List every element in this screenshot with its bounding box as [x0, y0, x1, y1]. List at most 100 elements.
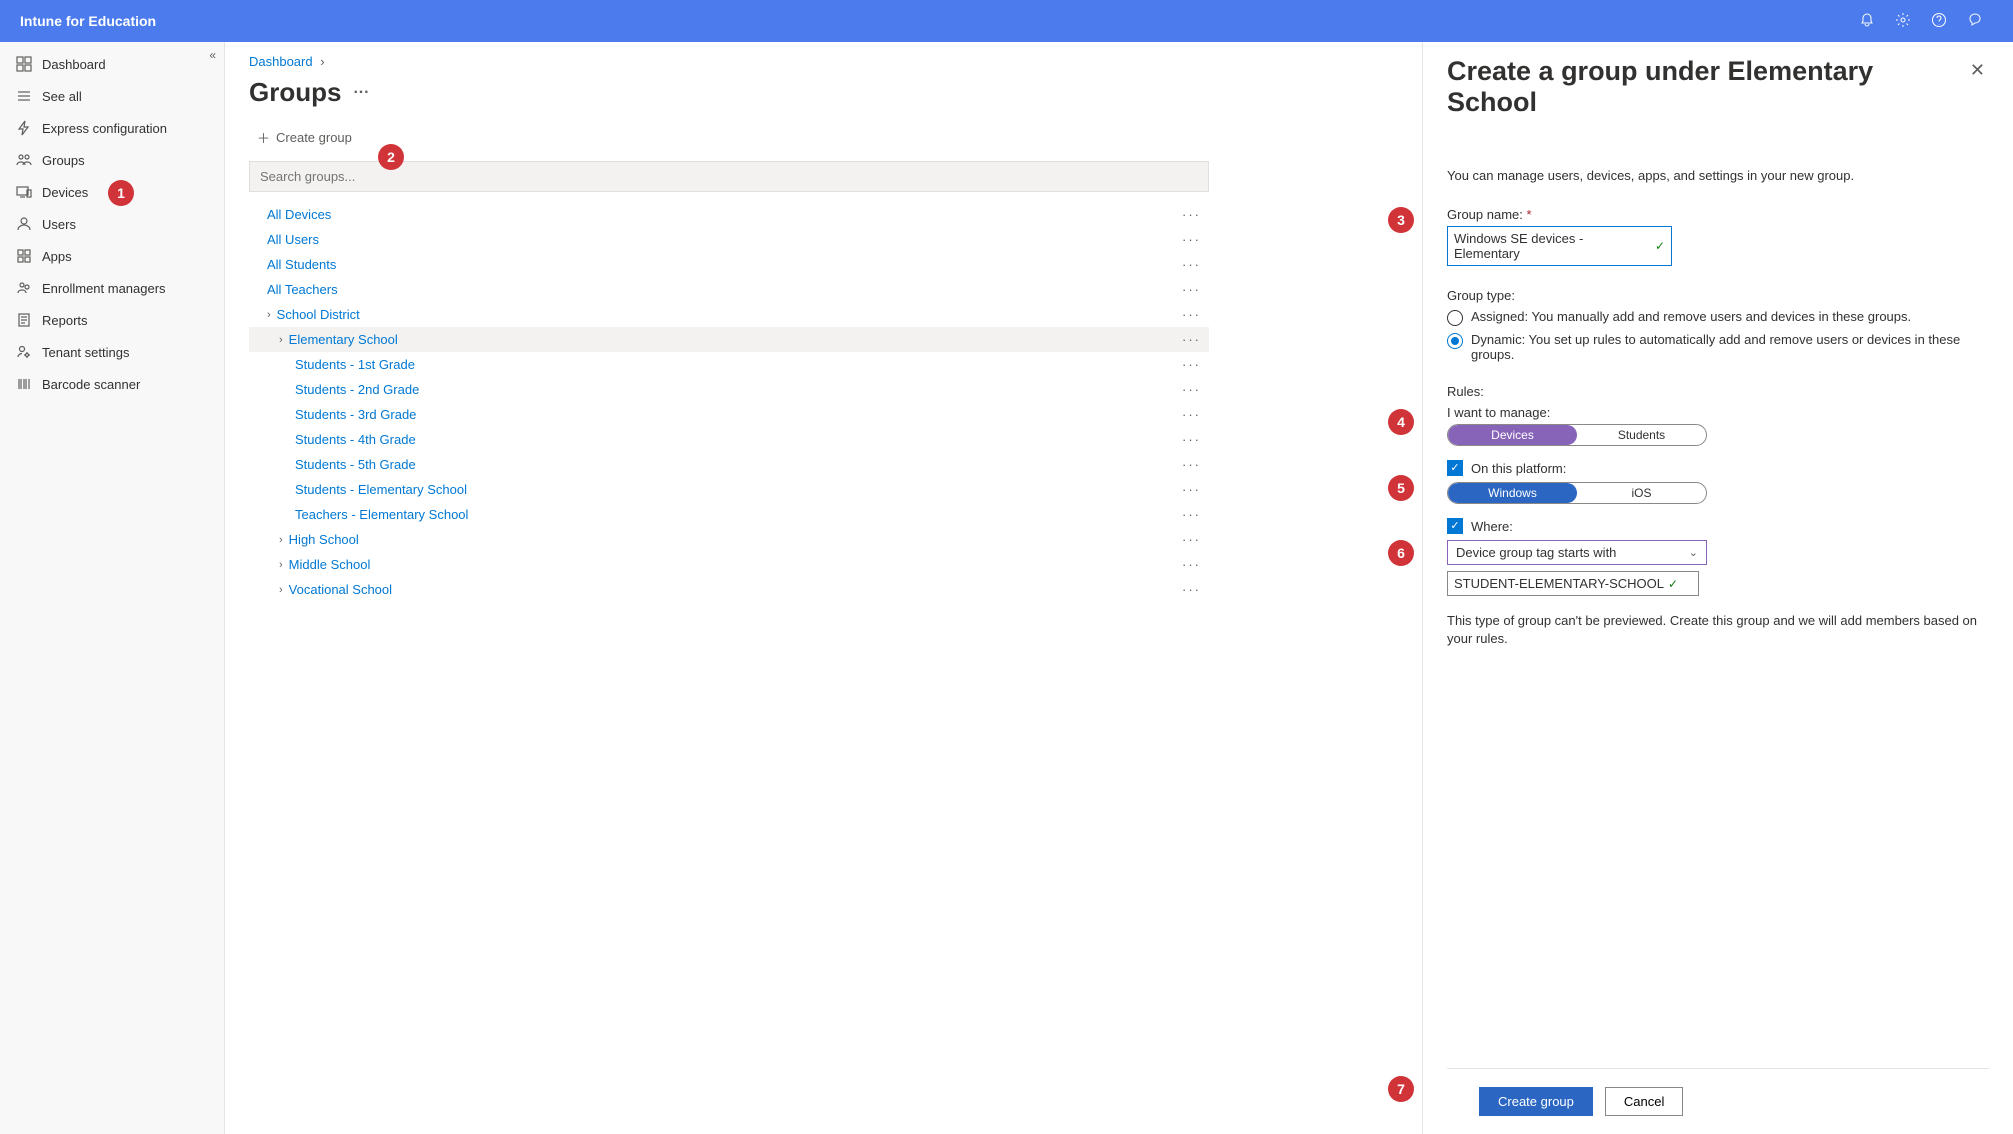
row-more-icon[interactable]: ··· — [1182, 507, 1201, 522]
create-group-submit-button[interactable]: Create group — [1479, 1087, 1593, 1116]
tree-row-all-devices[interactable]: All Devices··· — [249, 202, 1209, 227]
nav-reports[interactable]: Reports — [0, 304, 224, 336]
user-icon — [16, 216, 32, 232]
checkbox-icon[interactable]: ✓ — [1447, 518, 1463, 534]
checkbox-icon[interactable]: ✓ — [1447, 460, 1463, 476]
row-more-icon[interactable]: ··· — [1182, 532, 1201, 547]
preview-note: This type of group can't be previewed. C… — [1447, 612, 1989, 648]
group-name-input[interactable]: Windows SE devices - Elementary — [1447, 226, 1672, 266]
nav-enrollment-managers[interactable]: Enrollment managers — [0, 272, 224, 304]
nav-see-all[interactable]: See all — [0, 80, 224, 112]
toggle-ios[interactable]: iOS — [1577, 483, 1706, 503]
where-value-input[interactable]: STUDENT-ELEMENTARY-SCHOOL — [1447, 571, 1699, 596]
hint-badge-2: 2 — [378, 144, 404, 170]
tree-row-high-school[interactable]: ›High School··· — [249, 527, 1209, 552]
where-value: STUDENT-ELEMENTARY-SCHOOL — [1454, 576, 1664, 591]
row-more-icon[interactable]: ··· — [1182, 307, 1201, 322]
nav-tenant-settings[interactable]: Tenant settings — [0, 336, 224, 368]
row-more-icon[interactable]: ··· — [1182, 257, 1201, 272]
tree-row-school-district[interactable]: ›School District··· — [249, 302, 1209, 327]
dashboard-icon — [16, 56, 32, 72]
manage-toggle[interactable]: Devices Students — [1447, 424, 1707, 446]
more-actions-icon[interactable]: ··· — [353, 84, 369, 102]
nav-label: Groups — [42, 153, 85, 168]
cancel-button[interactable]: Cancel — [1605, 1087, 1683, 1116]
tree-row-all-teachers[interactable]: All Teachers··· — [249, 277, 1209, 302]
chevron-right-icon[interactable]: › — [279, 559, 283, 571]
row-more-icon[interactable]: ··· — [1182, 332, 1201, 347]
nav-groups[interactable]: Groups — [0, 144, 224, 176]
tree-row-middle-school[interactable]: ›Middle School··· — [249, 552, 1209, 577]
chevron-right-icon[interactable]: › — [279, 584, 283, 596]
nav-label: Tenant settings — [42, 345, 129, 360]
list-icon — [16, 88, 32, 104]
tree-row-all-students[interactable]: All Students··· — [249, 252, 1209, 277]
nav-express-config[interactable]: Express configuration — [0, 112, 224, 144]
row-more-icon[interactable]: ··· — [1182, 207, 1201, 222]
row-more-icon[interactable]: ··· — [1182, 232, 1201, 247]
collapse-nav-icon[interactable]: « — [209, 48, 216, 62]
nav-users[interactable]: Users — [0, 208, 224, 240]
chevron-right-icon[interactable]: › — [267, 309, 271, 321]
create-group-button[interactable]: ＋ Create group — [257, 128, 352, 147]
tree-row-students-2nd[interactable]: Students - 2nd Grade··· — [249, 377, 1209, 402]
hint-badge-1: 1 — [108, 180, 134, 206]
tree-row-vocational-school[interactable]: ›Vocational School··· — [249, 577, 1209, 602]
settings-icon[interactable] — [1885, 12, 1921, 31]
tree-row-all-users[interactable]: All Users··· — [249, 227, 1209, 252]
toggle-devices[interactable]: Devices — [1448, 425, 1577, 445]
row-more-icon[interactable]: ··· — [1182, 282, 1201, 297]
hint-badge-5: 5 — [1388, 475, 1414, 501]
tree-row-students-4th[interactable]: Students - 4th Grade··· — [249, 427, 1209, 452]
tree-row-elementary-school[interactable]: ›Elementary School··· — [249, 327, 1209, 352]
row-more-icon[interactable]: ··· — [1182, 382, 1201, 397]
help-icon[interactable] — [1921, 12, 1957, 31]
tree-row-students-1st[interactable]: Students - 1st Grade··· — [249, 352, 1209, 377]
nav-apps[interactable]: Apps — [0, 240, 224, 272]
tenant-settings-icon — [16, 344, 32, 360]
breadcrumb[interactable]: Dashboard › — [249, 54, 1398, 69]
tree-row-teachers-elementary[interactable]: Teachers - Elementary School··· — [249, 502, 1209, 527]
plus-icon: ＋ — [257, 128, 270, 147]
row-more-icon[interactable]: ··· — [1182, 457, 1201, 472]
breadcrumb-item[interactable]: Dashboard — [249, 54, 313, 69]
tree-row-students-elementary[interactable]: Students - Elementary School··· — [249, 477, 1209, 502]
toggle-windows[interactable]: Windows — [1448, 483, 1577, 503]
group-name-value: Windows SE devices - Elementary — [1454, 231, 1651, 261]
radio-assigned[interactable]: Assigned: You manually add and remove us… — [1447, 309, 1989, 326]
feedback-icon[interactable] — [1957, 12, 1993, 31]
notifications-icon[interactable] — [1849, 12, 1885, 31]
manage-label: I want to manage: — [1447, 405, 1989, 420]
group-tree: All Devices··· All Users··· All Students… — [249, 202, 1209, 602]
nav-label: Barcode scanner — [42, 377, 140, 392]
platform-toggle[interactable]: Windows iOS — [1447, 482, 1707, 504]
close-icon[interactable]: ✕ — [1966, 56, 1989, 85]
row-more-icon[interactable]: ··· — [1182, 432, 1201, 447]
nav-barcode-scanner[interactable]: Barcode scanner — [0, 368, 224, 400]
page-title-row: Groups ··· — [249, 77, 1398, 108]
row-more-icon[interactable]: ··· — [1182, 482, 1201, 497]
chevron-right-icon[interactable]: › — [279, 334, 283, 346]
rules-label: Rules: — [1447, 384, 1989, 399]
chevron-down-icon: ⌄ — [1689, 546, 1698, 559]
row-more-icon[interactable]: ··· — [1182, 557, 1201, 572]
radio-dynamic[interactable]: Dynamic: You set up rules to automatical… — [1447, 332, 1989, 362]
row-more-icon[interactable]: ··· — [1182, 582, 1201, 597]
where-condition-select[interactable]: Device group tag starts with ⌄ — [1447, 540, 1707, 565]
platform-row: ✓ On this platform: — [1447, 460, 1989, 476]
row-more-icon[interactable]: ··· — [1182, 357, 1201, 372]
create-group-panel: Create a group under Elementary School ✕… — [1423, 42, 2013, 1134]
nav-label: Apps — [42, 249, 72, 264]
radio-icon — [1447, 310, 1463, 326]
hint-badge-4: 4 — [1388, 409, 1414, 435]
row-more-icon[interactable]: ··· — [1182, 407, 1201, 422]
nav-label: Reports — [42, 313, 88, 328]
toolbar: ＋ Create group — [249, 128, 1398, 147]
nav-dashboard[interactable]: Dashboard — [0, 48, 224, 80]
tree-row-students-3rd[interactable]: Students - 3rd Grade··· — [249, 402, 1209, 427]
where-label: Where: — [1471, 519, 1513, 534]
chevron-right-icon[interactable]: › — [279, 534, 283, 546]
nav-label: Enrollment managers — [42, 281, 166, 296]
tree-row-students-5th[interactable]: Students - 5th Grade··· — [249, 452, 1209, 477]
toggle-students[interactable]: Students — [1577, 425, 1706, 445]
